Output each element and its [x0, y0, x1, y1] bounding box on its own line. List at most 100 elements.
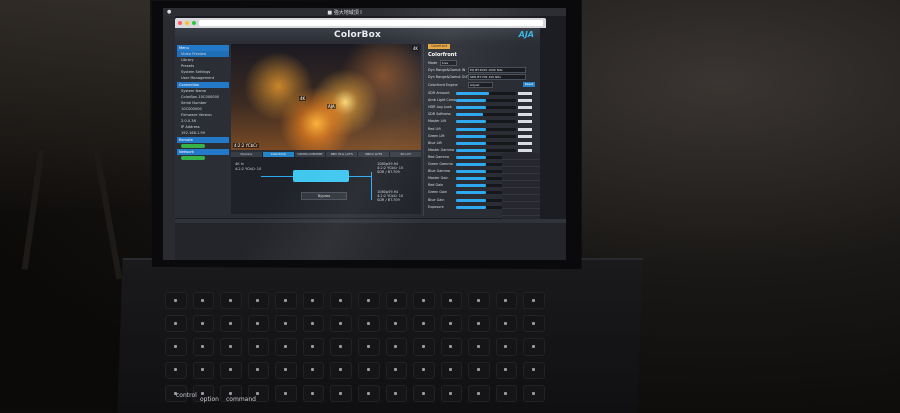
track-row [502, 209, 540, 216]
slider-label: SDR Softness [428, 112, 451, 117]
keyboard-key [247, 338, 270, 356]
video-hud-logo: AJA [327, 104, 336, 109]
slider-value-spinner[interactable] [518, 106, 532, 110]
slider-label: Green Gamma [428, 162, 453, 166]
maximize-icon[interactable] [192, 21, 196, 25]
keyboard-key [357, 361, 380, 379]
keyboard-key [330, 384, 352, 402]
dyn-in-select[interactable]: PQ BT.2020 1000 Nits [468, 67, 526, 73]
reset-button[interactable]: Reset [523, 82, 535, 87]
track-row [502, 188, 540, 195]
slider-label: Red Gain [428, 183, 444, 188]
adjust-slider[interactable] [456, 120, 516, 124]
tab-nbcu-luts[interactable]: NBCU LUTS [358, 152, 390, 157]
keyboard-key [468, 292, 490, 310]
input-node-format: 4:2:2 YCbCr 10 [235, 167, 262, 171]
tab-bbc-hlg-luts[interactable]: BBC HLG LUTS [326, 152, 358, 157]
keyboard-key [523, 338, 545, 356]
slider-fill [456, 141, 486, 145]
nav-header-network[interactable]: Network [177, 149, 229, 155]
minimize-icon[interactable] [185, 21, 189, 25]
panel-tab-colorfront[interactable]: Colorfront [428, 44, 450, 49]
tab-3d-lut[interactable]: 3D LUT [390, 152, 421, 157]
keyboard-key [440, 384, 463, 402]
network-status-indicator [181, 156, 205, 160]
keyboard-key [440, 338, 463, 356]
slider-label: Master Lift [428, 119, 446, 124]
keyboard-key [468, 315, 490, 333]
bypass-toggle[interactable]: Bypass [301, 192, 347, 200]
slider-value-spinner[interactable] [518, 113, 532, 117]
slider-label: Exposure [428, 204, 444, 209]
engine-select[interactable]: Adjust [468, 82, 493, 88]
dyn-out-select[interactable]: SDR BT.709 100 Nits [468, 74, 526, 80]
laptop-screen: ● ■ 強大地域頂 I ColorBox AJA Menu Video Prev… [163, 8, 566, 260]
tab-pipeline[interactable]: Pipeline [231, 152, 262, 157]
slider-label: HDR Log Look [428, 105, 452, 110]
track-row [502, 174, 540, 181]
keyboard-key [357, 315, 380, 333]
adjust-slider[interactable] [456, 113, 516, 117]
adjust-slider[interactable] [456, 106, 516, 110]
keyboard-key [495, 361, 518, 379]
input-node-label: 4K In [235, 162, 244, 166]
keyboard-key [275, 338, 297, 356]
keyboard-key [247, 361, 270, 379]
nav-header-remote[interactable]: Remote [177, 137, 229, 143]
mode-label: Mode [428, 61, 438, 65]
slider-label: Blue Lift [428, 140, 442, 145]
slider-value-spinner[interactable] [518, 127, 532, 131]
mode-select[interactable]: Live [440, 60, 457, 66]
slider-fill [456, 106, 486, 110]
slider-value-spinner[interactable] [518, 141, 532, 145]
apple-icon[interactable]: ● [167, 9, 171, 15]
slider-value-spinner[interactable] [518, 148, 532, 152]
pipeline-wire [371, 172, 372, 200]
keyboard-key [247, 292, 270, 310]
keyboard-key [385, 315, 408, 333]
pipeline-wire [261, 176, 293, 177]
slider-label: Amb Light Comp [428, 98, 457, 103]
slider-value-spinner[interactable] [518, 120, 532, 124]
slider-fill [456, 177, 486, 181]
keyboard-key [302, 338, 325, 356]
track-row [502, 167, 540, 174]
keyboard-key [302, 315, 325, 333]
keyboard-key [220, 315, 242, 333]
slider-fill [456, 134, 486, 138]
close-icon[interactable] [178, 21, 182, 25]
keyboard-key [523, 384, 545, 402]
keyboard-key [523, 361, 545, 379]
tab-orion-convert[interactable]: ORION-CONVERT [294, 152, 326, 157]
keyboard-key [330, 361, 352, 379]
adjust-slider[interactable] [456, 134, 516, 138]
nav-item-user-management[interactable]: User Management [177, 75, 229, 81]
track-row [502, 181, 540, 188]
slider-value-spinner[interactable] [518, 99, 532, 103]
keyboard-key [468, 361, 490, 379]
keyboard-key [220, 338, 242, 356]
tab-colorfront[interactable]: Colorfront [262, 152, 294, 157]
adjust-slider[interactable] [456, 141, 516, 145]
keyboard-key [330, 338, 352, 356]
keyboard-key [495, 384, 518, 402]
keyboard-key [192, 338, 215, 356]
aja-logo: AJA [518, 30, 534, 39]
adjust-slider[interactable] [456, 148, 516, 152]
adjust-slider[interactable] [456, 127, 516, 131]
keyboard-key [220, 361, 242, 379]
slider-value-spinner[interactable] [518, 92, 532, 95]
address-bar[interactable] [199, 20, 543, 26]
adjust-slider[interactable] [456, 99, 516, 103]
slider-fill [456, 120, 486, 124]
track-row [502, 153, 540, 160]
slider-fill [456, 170, 486, 174]
slider-label: Master Gamma [428, 147, 455, 152]
dyn-in-label: Dyn Range&Gamut IN [428, 68, 466, 72]
timeline-ruler [175, 219, 566, 223]
adjust-slider[interactable] [456, 92, 516, 95]
keyboard-key [165, 338, 187, 356]
colorfront-node-button[interactable] [293, 170, 349, 182]
slider-value-spinner[interactable] [518, 134, 532, 138]
keyboard-key [330, 315, 352, 333]
